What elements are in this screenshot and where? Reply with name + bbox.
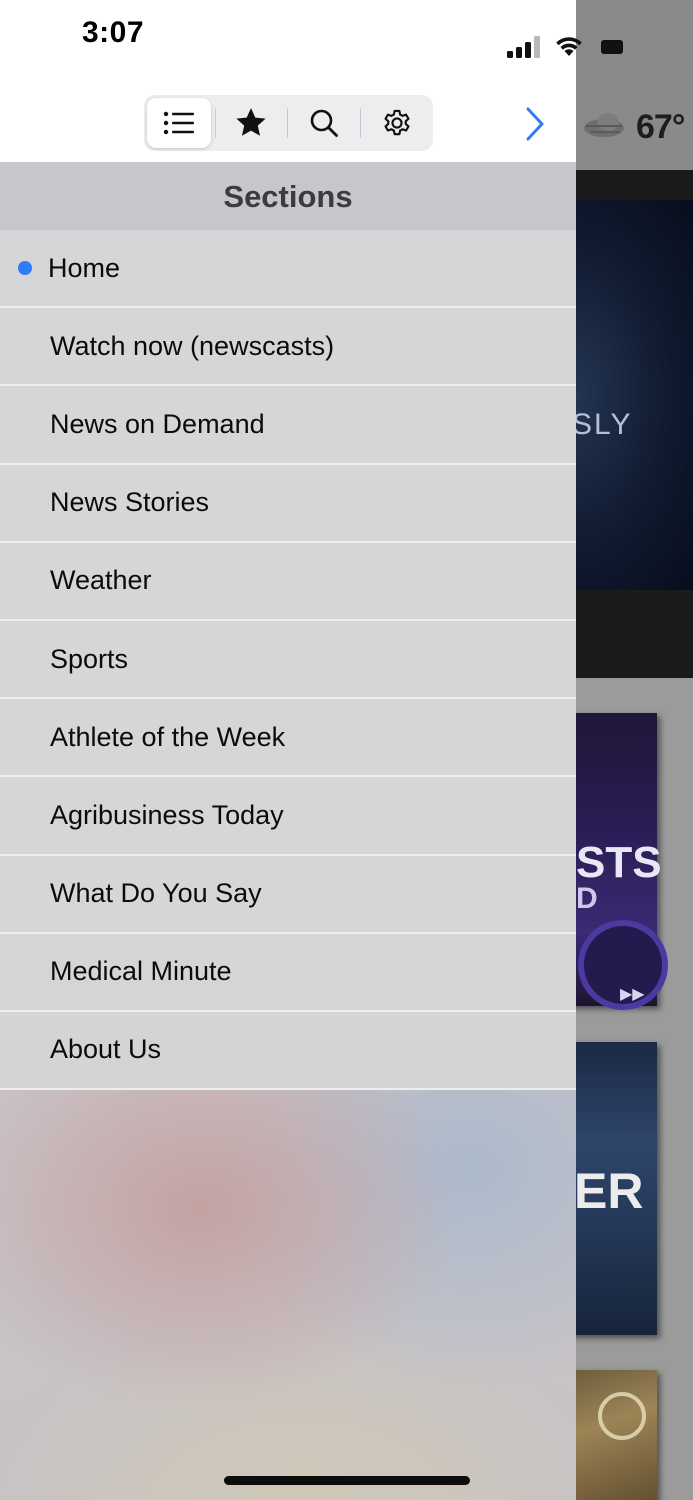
sidebar-item-label: Sports xyxy=(50,643,129,674)
newscasts-card-title: STS xyxy=(576,838,662,887)
sidebar-item-label: What Do You Say xyxy=(50,878,262,909)
fast-forward-icon: ▶▶ xyxy=(620,986,645,1003)
search-icon xyxy=(310,109,338,137)
selected-indicator xyxy=(18,261,32,276)
sidebar-item-watch-now[interactable]: Watch now (newscasts) xyxy=(0,308,576,387)
sidebar-item-label: Watch now (newscasts) xyxy=(50,330,335,361)
chevron-right-icon xyxy=(526,107,544,141)
video-overlay-text: SLY xyxy=(572,408,633,441)
sections-list: Home Watch now (newscasts) News on Deman… xyxy=(0,230,576,1091)
status-bar: 3:07 xyxy=(0,0,576,90)
sidebar-item-what-do-you-say[interactable]: What Do You Say xyxy=(0,856,576,934)
video-player[interactable] xyxy=(560,200,693,590)
tab-search[interactable] xyxy=(292,98,356,148)
sidebar-item-news-stories[interactable]: News Stories xyxy=(0,465,576,543)
segment-divider xyxy=(287,108,288,138)
drawer-toolbar xyxy=(0,90,576,163)
sidebar-item-label: Agribusiness Today xyxy=(50,799,284,830)
helmet-graphic xyxy=(598,1392,646,1440)
drawer-blurred-background xyxy=(0,1088,576,1500)
sidebar-item-sports[interactable]: Sports xyxy=(0,621,576,700)
sidebar-item-medical-minute[interactable]: Medical Minute xyxy=(0,934,576,1012)
sidebar-item-agribusiness-today[interactable]: Agribusiness Today xyxy=(0,777,576,856)
home-indicator[interactable] xyxy=(224,1476,470,1485)
sidebar-item-label: Home xyxy=(48,252,121,283)
status-time: 3:07 xyxy=(82,16,145,49)
sidebar-item-label: Medical Minute xyxy=(50,956,232,987)
cloud-icon xyxy=(584,113,624,137)
sidebar-item-label: Weather xyxy=(50,565,152,596)
forward-button[interactable] xyxy=(520,104,550,144)
wifi-icon xyxy=(556,37,582,56)
tab-favorites[interactable] xyxy=(219,98,283,148)
sections-header: Sections xyxy=(0,163,576,230)
segment-divider xyxy=(215,108,216,138)
sidebar-item-athlete-of-the-week[interactable]: Athlete of the Week xyxy=(0,699,576,778)
list-icon xyxy=(163,111,194,135)
toolbar-segmented-control xyxy=(144,95,433,151)
newscasts-card-subtitle: D xyxy=(576,882,598,915)
weather-card-title: ER xyxy=(574,1163,644,1219)
segment-divider xyxy=(360,108,361,138)
side-drawer: 3:07 Sections Home Watch now (newscasts)… xyxy=(0,0,576,1500)
sidebar-item-weather[interactable]: Weather xyxy=(0,543,576,621)
cellular-signal-icon xyxy=(507,34,543,58)
tab-sections[interactable] xyxy=(147,98,211,148)
temperature: 67° xyxy=(636,108,685,146)
star-icon xyxy=(236,108,266,136)
sidebar-item-label: News Stories xyxy=(50,487,210,518)
sidebar-item-about-us[interactable]: About Us xyxy=(0,1012,576,1091)
gear-icon xyxy=(384,109,410,136)
tab-settings[interactable] xyxy=(365,98,429,148)
sidebar-item-label: Athlete of the Week xyxy=(50,721,286,752)
sidebar-item-label: News on Demand xyxy=(50,408,265,439)
sidebar-item-news-on-demand[interactable]: News on Demand xyxy=(0,386,576,465)
sidebar-item-home[interactable]: Home xyxy=(0,230,576,309)
sidebar-item-label: About Us xyxy=(50,1034,162,1065)
battery-icon xyxy=(597,36,646,58)
